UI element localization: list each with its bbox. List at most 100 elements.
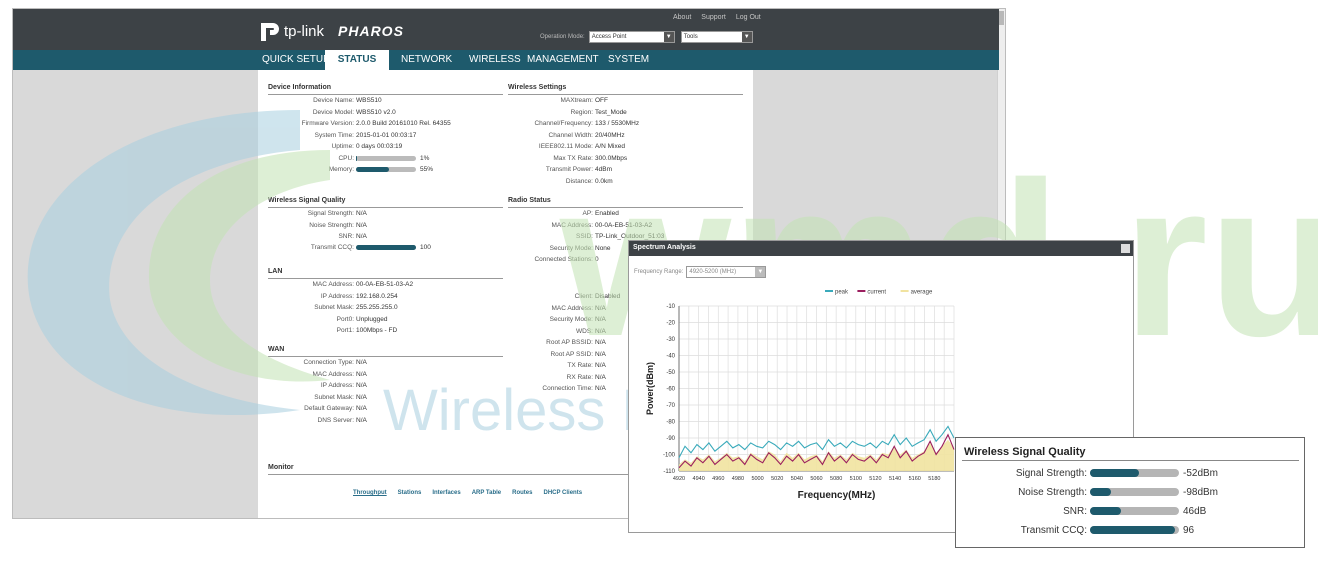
info-label: MAC Address: bbox=[551, 221, 593, 229]
logout-link[interactable]: Log Out bbox=[736, 14, 761, 21]
operation-mode-select[interactable]: Access Point ▼ bbox=[588, 31, 675, 43]
info-label: Distance: bbox=[565, 177, 593, 185]
info-label: Subnet Mask: bbox=[314, 393, 354, 401]
tab-interfaces[interactable]: Interfaces bbox=[432, 490, 460, 496]
info-row: Subnet Mask: N/A bbox=[314, 394, 367, 403]
nav-wireless[interactable]: WIRELESS bbox=[469, 50, 521, 70]
info-row: Port0: Unplugged bbox=[337, 315, 388, 325]
info-value: Unplugged bbox=[356, 315, 388, 323]
wireless-signal-title: Wireless Signal Quality bbox=[268, 197, 346, 204]
x-tick-label: 5000 bbox=[751, 476, 763, 482]
info-value: 0 bbox=[595, 256, 599, 263]
nav-quick-setup[interactable]: QUICK SETUP bbox=[262, 50, 330, 70]
info-value: WBS510 v2.0 bbox=[356, 108, 396, 116]
radio-status-title: Radio Status bbox=[508, 197, 551, 204]
info-row: Default Gateway: N/A bbox=[304, 405, 367, 414]
x-tick-label: 5160 bbox=[909, 476, 921, 482]
info-value: N/A bbox=[356, 405, 367, 412]
info-row: MAC Address: N/A bbox=[312, 371, 366, 380]
info-label: System Time: bbox=[314, 131, 354, 139]
legend-label: peak bbox=[835, 290, 849, 296]
info-value: N/A bbox=[595, 327, 606, 335]
info-label: IP Address: bbox=[320, 292, 354, 300]
info-row: RX Rate: N/A bbox=[567, 373, 606, 383]
top-header: tp-link PHAROS About Support Log Out Ope… bbox=[13, 9, 999, 50]
info-label: Root AP BSSID: bbox=[546, 339, 593, 346]
snr-row: SNR: 46dB bbox=[1063, 506, 1207, 517]
nav-management[interactable]: MANAGEMENT bbox=[527, 50, 599, 70]
nav-system[interactable]: SYSTEM bbox=[608, 50, 649, 70]
info-label: SNR: bbox=[338, 233, 354, 240]
tab-routes[interactable]: Routes bbox=[512, 490, 532, 496]
info-value: N/A bbox=[595, 362, 606, 369]
x-tick-label: 5080 bbox=[830, 476, 842, 482]
info-value: 4dBm bbox=[595, 166, 612, 173]
y-tick-label: -50 bbox=[666, 370, 675, 376]
info-row: Port1: 100Mbps - FD bbox=[337, 327, 398, 336]
nav-network[interactable]: NETWORK bbox=[401, 50, 452, 70]
x-tick-label: 4940 bbox=[693, 476, 705, 482]
info-label: RX Rate: bbox=[566, 373, 593, 381]
y-tick-label: -40 bbox=[666, 354, 675, 360]
section-divider bbox=[268, 207, 503, 208]
info-label: Subnet Mask: bbox=[314, 304, 354, 311]
chevron-down-icon: ▼ bbox=[741, 32, 752, 42]
info-value: N/A bbox=[595, 350, 606, 358]
info-row: Client: Disabled bbox=[575, 293, 621, 302]
section-divider bbox=[268, 94, 503, 95]
y-tick-label: -10 bbox=[666, 304, 675, 310]
info-label: WDS: bbox=[576, 327, 593, 335]
info-label: Uptime: bbox=[331, 143, 354, 150]
y-tick-label: -90 bbox=[666, 436, 675, 442]
support-link[interactable]: Support bbox=[701, 14, 726, 21]
info-row: IP Address: 192.168.0.254 bbox=[321, 292, 398, 302]
info-label: Device Name: bbox=[313, 97, 354, 104]
info-label: Port1: bbox=[336, 327, 354, 334]
info-row: MAXtream: OFF bbox=[560, 97, 608, 106]
info-label: TX Rate: bbox=[567, 362, 593, 369]
tab-throughput[interactable]: Throughput bbox=[353, 490, 387, 496]
close-icon[interactable] bbox=[1121, 244, 1130, 253]
frequency-range-label: Frequency Range: bbox=[634, 269, 684, 275]
tab-dhcp-clients[interactable]: DHCP Clients bbox=[543, 490, 582, 496]
info-value: 192.168.0.254 bbox=[356, 292, 398, 300]
nav-status[interactable]: STATUS bbox=[325, 50, 389, 70]
info-label: DNS Server: bbox=[317, 416, 354, 424]
info-label: Port0: bbox=[336, 315, 354, 323]
about-link[interactable]: About bbox=[673, 14, 691, 21]
tools-select[interactable]: Tools ▼ bbox=[680, 31, 753, 43]
info-row: Firmware Version: 2.0.0 Build 20161010 Re… bbox=[302, 120, 451, 129]
chevron-down-icon: ▼ bbox=[663, 32, 674, 42]
y-tick-label: -60 bbox=[666, 387, 675, 393]
info-value: Test_Mode bbox=[595, 108, 627, 116]
top-links: About Support Log Out bbox=[673, 14, 761, 21]
info-value: N/A bbox=[356, 416, 367, 424]
frequency-range-select[interactable]: 4920-5200 (MHz) ▼ bbox=[686, 266, 767, 278]
section-divider bbox=[268, 356, 503, 357]
info-value: 2.0.0 Build 20161010 Rel. 64355 bbox=[356, 120, 451, 127]
info-row: MAC Address: 00-0A-EB-51-03-A2 bbox=[551, 222, 652, 231]
info-row: Distance: 0.0km bbox=[566, 178, 613, 187]
info-label: Default Gateway: bbox=[304, 405, 354, 412]
y-tick-label: -30 bbox=[666, 337, 675, 343]
info-label: AP: bbox=[582, 210, 593, 217]
info-label: Region: bbox=[570, 108, 593, 116]
x-tick-label: 5020 bbox=[771, 476, 783, 482]
x-tick-label: 4960 bbox=[712, 476, 724, 482]
chevron-down-icon: ▼ bbox=[755, 267, 766, 277]
info-value: N/A bbox=[595, 373, 606, 381]
info-value: Disabled bbox=[595, 293, 621, 300]
info-row: IEEE802.11 Mode: A/N Mixed bbox=[539, 143, 625, 152]
x-tick-label: 5060 bbox=[810, 476, 822, 482]
info-value: OFF bbox=[595, 97, 608, 104]
info-value: N/A bbox=[595, 339, 606, 346]
lan-title: LAN bbox=[268, 268, 283, 275]
info-value: 300.0Mbps bbox=[595, 154, 628, 162]
info-label: Root AP SSID: bbox=[550, 350, 593, 358]
info-row: Root AP BSSID: N/A bbox=[546, 339, 606, 348]
tab-stations[interactable]: Stations bbox=[398, 490, 422, 496]
info-row: SNR: N/A bbox=[338, 233, 366, 242]
info-row: WDS: N/A bbox=[576, 327, 606, 337]
operation-mode: Operation Mode: Access Point ▼ Tools ▼ bbox=[540, 31, 753, 43]
tab-arp-table[interactable]: ARP Table bbox=[472, 490, 501, 496]
